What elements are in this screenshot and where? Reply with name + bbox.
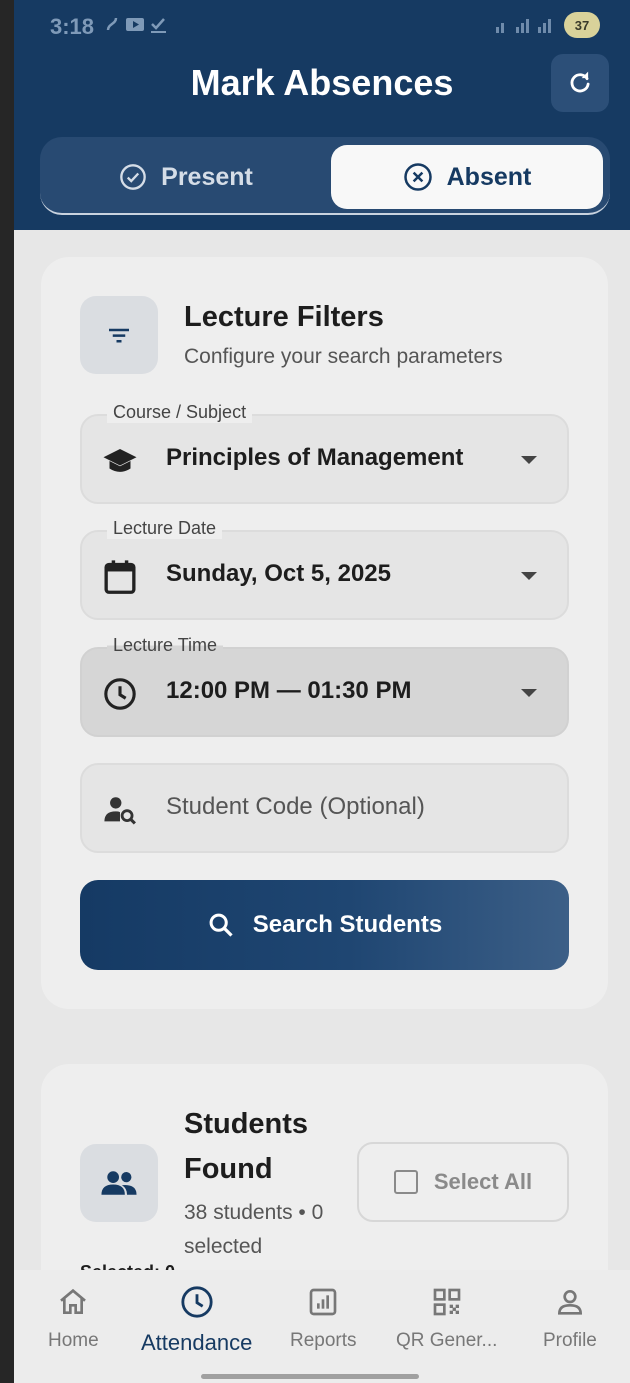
notification-icons	[104, 14, 170, 40]
signal-icon	[496, 19, 551, 33]
person-search-icon	[102, 792, 138, 828]
search-icon	[209, 913, 233, 937]
cancel-circle-icon	[403, 163, 432, 191]
bottom-navigation: Home Attendance Reports QR Gener... Prof…	[14, 1270, 630, 1383]
students-count: 38 students • 0 selected	[184, 1201, 324, 1258]
status-bar: 3:18	[50, 14, 170, 40]
present-label: Present	[161, 162, 253, 191]
time-value: 12:00 PM — 01:30 PM	[166, 677, 412, 704]
time-label: Lecture Time	[107, 635, 224, 656]
phone-screen: 3:18 37 Mark Absences Present Absent Lec…	[14, 0, 630, 1383]
student-code-placeholder: Student Code (Optional)	[166, 793, 425, 820]
search-students-button[interactable]: Search Students	[80, 880, 569, 970]
app-header: 3:18 37 Mark Absences Present Absent	[14, 0, 630, 230]
group-tile	[80, 1144, 158, 1222]
course-select[interactable]: Course / Subject Principles of Managemen…	[80, 402, 569, 504]
nav-label-attendance: Attendance	[141, 1330, 253, 1355]
present-tab[interactable]: Present	[46, 145, 326, 209]
nav-item-qr-generator[interactable]: QR Gener...	[396, 1282, 497, 1352]
nav-label-profile: Profile	[543, 1330, 597, 1351]
date-label: Lecture Date	[107, 518, 223, 539]
school-icon	[102, 443, 138, 479]
filters-title: Lecture Filters	[184, 301, 384, 333]
nav-label-reports: Reports	[290, 1330, 357, 1351]
filters-subtitle: Configure your search parameters	[184, 345, 503, 368]
clock-icon	[102, 676, 138, 712]
nav-item-reports[interactable]: Reports	[290, 1282, 357, 1352]
home-icon	[53, 1282, 93, 1322]
time-select[interactable]: Lecture Time 12:00 PM — 01:30 PM	[80, 635, 569, 737]
select-all-label: Select All	[433, 1169, 533, 1194]
search-button-label: Search Students	[252, 911, 443, 938]
absent-tab[interactable]: Absent	[331, 145, 603, 209]
battery-indicator: 37	[564, 12, 600, 38]
check-circle-icon	[120, 164, 146, 190]
filter-icon	[109, 328, 129, 343]
clock-icon	[177, 1282, 217, 1322]
home-indicator[interactable]	[201, 1374, 419, 1379]
checkbox-icon	[393, 1170, 418, 1194]
person-icon	[550, 1282, 590, 1322]
page-title: Mark Absences	[190, 62, 454, 103]
course-label: Course / Subject	[107, 402, 253, 423]
mode-toggle: Present Absent	[40, 137, 610, 215]
dropdown-arrow-icon	[521, 572, 537, 580]
dropdown-arrow-icon	[521, 689, 537, 697]
students-title: Students Found	[184, 1108, 309, 1185]
course-value: Principles of Management	[166, 444, 464, 471]
date-select[interactable]: Lecture Date Sunday, Oct 5, 2025	[80, 518, 569, 620]
absent-label: Absent	[446, 162, 532, 191]
nav-label-qr: QR Gener...	[396, 1330, 498, 1351]
nav-item-profile[interactable]: Profile	[543, 1282, 597, 1352]
chart-icon	[303, 1282, 343, 1322]
nav-item-home[interactable]: Home	[48, 1282, 99, 1352]
nav-item-attendance[interactable]: Attendance	[141, 1282, 252, 1356]
calendar-icon	[102, 559, 138, 595]
date-value: Sunday, Oct 5, 2025	[166, 560, 391, 587]
refresh-icon	[570, 71, 590, 93]
group-icon	[101, 1171, 137, 1195]
select-all-button[interactable]: Select All	[357, 1142, 569, 1222]
status-time: 3:18	[50, 14, 95, 39]
dropdown-arrow-icon	[521, 456, 537, 464]
qr-code-icon	[427, 1282, 467, 1322]
filter-tile	[80, 296, 158, 374]
system-status-icons: 37	[496, 12, 600, 38]
nav-label-home: Home	[48, 1330, 99, 1351]
lecture-filters-card: Lecture Filters Configure your search pa…	[41, 257, 608, 1009]
student-code-input[interactable]: Student Code (Optional)	[80, 763, 569, 853]
refresh-button[interactable]	[551, 54, 609, 112]
